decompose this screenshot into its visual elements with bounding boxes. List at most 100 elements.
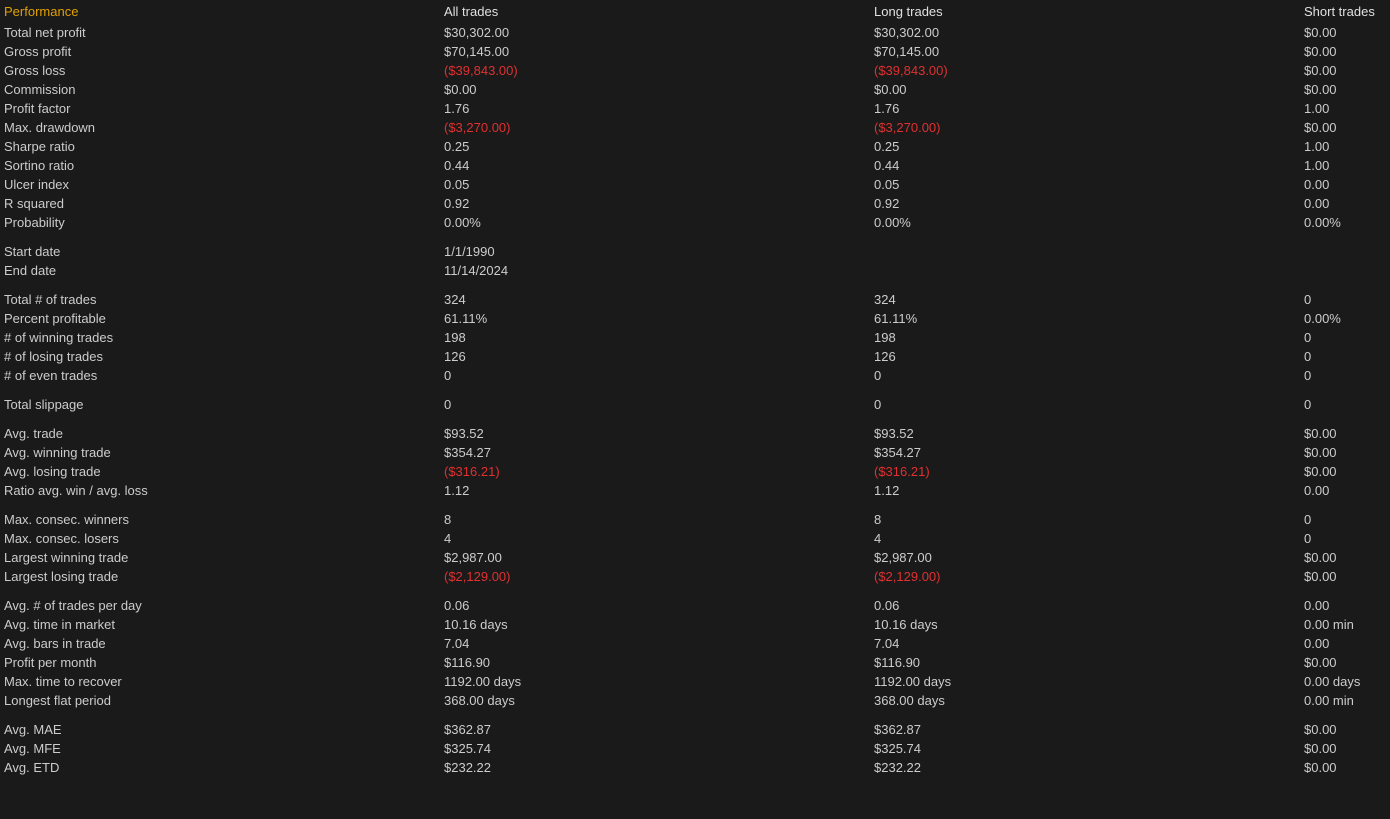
table-row [0,710,1390,720]
row-label: End date [0,261,440,280]
row-all-value: ($316.21) [440,462,870,481]
row-short-value: $0.00 [1300,548,1390,567]
row-short-value: 0 [1300,529,1390,548]
row-long-value: 1192.00 days [870,672,1300,691]
table-row: # of winning trades1981980 [0,328,1390,347]
row-all-value: 4 [440,529,870,548]
row-all-value: 0.00% [440,213,870,232]
row-all-value: ($3,270.00) [440,118,870,137]
row-label: Gross loss [0,61,440,80]
row-long-value: 0.06 [870,596,1300,615]
row-all-value: 0.44 [440,156,870,175]
row-label: Total # of trades [0,290,440,309]
row-long-value: 198 [870,328,1300,347]
row-short-value: 0.00 [1300,596,1390,615]
row-label: Avg. # of trades per day [0,596,440,615]
row-short-value: $0.00 [1300,23,1390,42]
row-short-value: 0.00% [1300,309,1390,328]
table-row [0,232,1390,242]
row-label: Probability [0,213,440,232]
row-long-value: 10.16 days [870,615,1300,634]
row-all-value: $70,145.00 [440,42,870,61]
table-row: Avg. time in market10.16 days10.16 days0… [0,615,1390,634]
row-long-value: 1.76 [870,99,1300,118]
row-short-value: 1.00 [1300,156,1390,175]
row-label: Sortino ratio [0,156,440,175]
row-short-value: 0 [1300,510,1390,529]
table-row: Commission$0.00$0.00$0.00 [0,80,1390,99]
table-row: Gross profit$70,145.00$70,145.00$0.00 [0,42,1390,61]
row-all-value: $93.52 [440,424,870,443]
table-row: Gross loss($39,843.00)($39,843.00)$0.00 [0,61,1390,80]
row-all-value: ($39,843.00) [440,61,870,80]
header-short-trades: Short trades [1300,0,1390,23]
table-row: Max. consec. winners880 [0,510,1390,529]
row-short-value: 0.00 days [1300,672,1390,691]
row-label: # of winning trades [0,328,440,347]
row-short-value: 0 [1300,290,1390,309]
row-long-value: $232.22 [870,758,1300,777]
table-row: Ratio avg. win / avg. loss1.121.120.00 [0,481,1390,500]
row-long-value: ($3,270.00) [870,118,1300,137]
row-all-value: 0 [440,395,870,414]
row-all-value: $30,302.00 [440,23,870,42]
table-row [0,586,1390,596]
row-all-value: $116.90 [440,653,870,672]
row-label: Commission [0,80,440,99]
row-label: Sharpe ratio [0,137,440,156]
header-all-trades: All trades [440,0,870,23]
row-label: Percent profitable [0,309,440,328]
row-long-value: 0.25 [870,137,1300,156]
table-row: R squared0.920.920.00 [0,194,1390,213]
row-short-value: $0.00 [1300,80,1390,99]
table-row: Sortino ratio0.440.441.00 [0,156,1390,175]
row-short-value: 0.00 min [1300,691,1390,710]
table-row: Avg. losing trade($316.21)($316.21)$0.00 [0,462,1390,481]
row-short-value: $0.00 [1300,758,1390,777]
row-long-value: 8 [870,510,1300,529]
row-all-value: $232.22 [440,758,870,777]
row-short-value: 1.00 [1300,137,1390,156]
row-long-value: $0.00 [870,80,1300,99]
table-row: Avg. winning trade$354.27$354.27$0.00 [0,443,1390,462]
row-long-value: $93.52 [870,424,1300,443]
row-all-value: $362.87 [440,720,870,739]
row-label: Avg. time in market [0,615,440,634]
row-short-value: 0.00 [1300,175,1390,194]
row-short-value: $0.00 [1300,42,1390,61]
row-label: Start date [0,242,440,261]
table-row: Start date1/1/1990 [0,242,1390,261]
table-row: Avg. ETD$232.22$232.22$0.00 [0,758,1390,777]
row-all-value: $325.74 [440,739,870,758]
row-long-value: $325.74 [870,739,1300,758]
row-all-value: 0.06 [440,596,870,615]
row-label: Avg. MAE [0,720,440,739]
table-row: Largest losing trade($2,129.00)($2,129.0… [0,567,1390,586]
row-label: Ulcer index [0,175,440,194]
row-short-value: $0.00 [1300,720,1390,739]
row-label: Avg. MFE [0,739,440,758]
row-short-value [1300,261,1390,280]
row-short-value: 0 [1300,328,1390,347]
row-label: Profit factor [0,99,440,118]
row-short-value: $0.00 [1300,653,1390,672]
table-row: Total net profit$30,302.00$30,302.00$0.0… [0,23,1390,42]
row-label: # of losing trades [0,347,440,366]
row-label: Largest losing trade [0,567,440,586]
row-long-value: 4 [870,529,1300,548]
row-long-value: 0 [870,395,1300,414]
row-all-value: 1.12 [440,481,870,500]
row-label: Total net profit [0,23,440,42]
row-long-value: $354.27 [870,443,1300,462]
row-long-value [870,261,1300,280]
performance-table: Performance All trades Long trades Short… [0,0,1390,777]
row-label: Max. time to recover [0,672,440,691]
table-row: Avg. # of trades per day0.060.060.00 [0,596,1390,615]
row-label: # of even trades [0,366,440,385]
row-short-value [1300,242,1390,261]
row-long-value [870,242,1300,261]
row-label: Max. drawdown [0,118,440,137]
row-label: Avg. winning trade [0,443,440,462]
table-row: Probability0.00%0.00%0.00% [0,213,1390,232]
row-label: Largest winning trade [0,548,440,567]
